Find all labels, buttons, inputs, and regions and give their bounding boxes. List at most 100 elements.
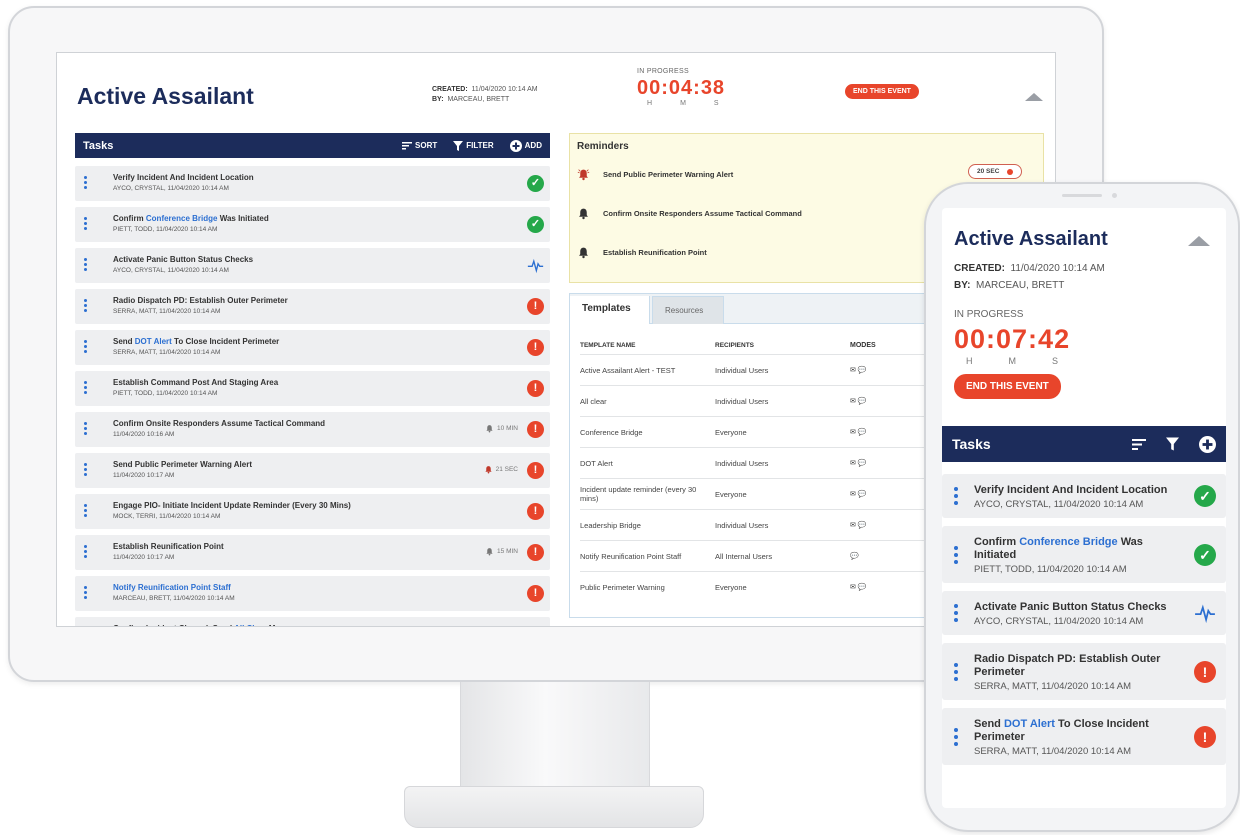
filter-button[interactable]: FILTER (453, 140, 494, 151)
check-circle-icon[interactable]: ✓ (1194, 485, 1216, 507)
mobile-task-row[interactable]: Activate Panic Button Status Checks AYCO,… (942, 591, 1226, 635)
task-row[interactable]: Send Public Perimeter Warning Alert 11/04… (75, 453, 550, 488)
task-row[interactable]: Send DOT Alert To Close Incident Perimet… (75, 330, 550, 365)
tab-resources[interactable]: Resources (652, 296, 724, 324)
check-circle-icon[interactable]: ✓ (527, 216, 544, 233)
kebab-icon[interactable] (84, 258, 87, 273)
template-row[interactable]: All clear Individual Users ✉ 💬 (580, 385, 925, 416)
kebab-icon[interactable] (84, 504, 87, 519)
task-row[interactable]: Establish Reunification Point 11/04/2020 … (75, 535, 550, 570)
kebab-icon[interactable] (84, 299, 87, 314)
task-meta: AYCO, CRYSTAL, 11/04/2020 10:14 AM (113, 185, 229, 192)
kebab-icon[interactable] (954, 545, 958, 567)
exclamation-circle-icon[interactable]: ! (527, 544, 544, 561)
kebab-icon[interactable] (84, 340, 87, 355)
pulse-icon[interactable] (1194, 602, 1216, 624)
mobile-task-row[interactable]: Verify Incident And Incident Location AYC… (942, 474, 1226, 518)
template-row[interactable]: Conference Bridge Everyone ✉ 💬 (580, 416, 925, 447)
task-row[interactable]: Verify Incident And Incident Location AYC… (75, 166, 550, 201)
task-title: Send Public Perimeter Warning Alert (113, 460, 252, 469)
end-event-button[interactable]: END THIS EVENT (845, 84, 919, 99)
event-meta: CREATED: 11/04/2020 10:14 AM BY: MARCEAU… (432, 86, 538, 103)
kebab-icon[interactable] (84, 463, 87, 478)
template-row[interactable]: Notify Reunification Point Staff All Inte… (580, 540, 925, 571)
pulse-icon[interactable] (527, 257, 544, 274)
task-row[interactable]: Radio Dispatch PD: Establish Outer Perim… (75, 289, 550, 324)
task-row[interactable]: Engage PIO- Initiate Incident Update Rem… (75, 494, 550, 529)
mobile-task-row[interactable]: Radio Dispatch PD: Establish Outer Perim… (942, 643, 1226, 700)
template-modes: 💬 (850, 553, 859, 560)
template-recipients: Everyone (715, 582, 747, 592)
task-link[interactable]: Conference Bridge (146, 214, 218, 223)
template-row[interactable]: Active Assailant Alert - TEST Individual … (580, 354, 925, 385)
task-row[interactable]: Confirm Onsite Responders Assume Tactica… (75, 412, 550, 447)
kebab-icon[interactable] (954, 662, 958, 684)
reminder-item[interactable]: Confirm Onsite Responders Assume Tactica… (577, 207, 802, 220)
template-row[interactable]: Public Perimeter Warning Everyone ✉ 💬 (580, 571, 925, 602)
clock-icon (1007, 168, 1014, 175)
kebab-icon[interactable] (84, 586, 87, 601)
task-row[interactable]: Activate Panic Button Status Checks AYCO,… (75, 248, 550, 283)
exclamation-circle-icon[interactable]: ! (527, 462, 544, 479)
task-row[interactable]: Confirm Conference Bridge Was Initiated P… (75, 207, 550, 242)
task-row[interactable]: Confirm Incident Cleared, Send All Clear… (75, 617, 550, 627)
exclamation-circle-icon[interactable]: ! (527, 503, 544, 520)
exclamation-circle-icon[interactable]: ! (527, 421, 544, 438)
kebab-icon[interactable] (954, 604, 958, 625)
kebab-icon[interactable] (84, 217, 87, 232)
exclamation-circle-icon[interactable]: ! (527, 585, 544, 602)
event-timer: IN PROGRESS 00:04:38 H M S (637, 68, 725, 107)
template-modes: ✉ 💬 (850, 522, 867, 529)
task-row[interactable]: Establish Command Post And Staging Area P… (75, 371, 550, 406)
mobile-task-row[interactable]: Confirm Conference Bridge Was Initiated P… (942, 526, 1226, 583)
exclamation-circle-icon[interactable]: ! (1194, 725, 1216, 748)
mobile-phone: Active Assailant CREATED: 11/04/2020 10:… (924, 182, 1240, 832)
reminder-item[interactable]: Establish Reunification Point (577, 246, 707, 259)
exclamation-circle-icon[interactable]: ! (1194, 660, 1216, 683)
mobile-end-event-button[interactable]: END THIS EVENT (954, 374, 1061, 399)
sort-button[interactable]: SORT (402, 141, 437, 150)
task-link[interactable]: Notify Reunification Point Staff (113, 583, 231, 592)
exclamation-circle-icon[interactable]: ! (527, 298, 544, 315)
template-row[interactable]: Leadership Bridge Individual Users ✉ 💬 (580, 509, 925, 540)
bell-icon (485, 466, 492, 474)
add-task-button[interactable]: ADD (509, 139, 542, 152)
task-meta: MOCK, TERRI, 11/04/2020 10:14 AM (113, 513, 221, 520)
mobile-task-row[interactable]: Send DOT Alert To Close Incident Perimet… (942, 708, 1226, 765)
task-link[interactable]: DOT Alert (1004, 718, 1055, 730)
kebab-icon[interactable] (84, 422, 87, 437)
task-title: Engage PIO- Initiate Incident Update Rem… (113, 501, 351, 510)
template-name: Public Perimeter Warning (580, 582, 665, 592)
mobile-task-list: Verify Incident And Incident Location AYC… (942, 474, 1226, 773)
task-title: Confirm Incident Cleared, Send All Clear… (113, 624, 285, 626)
kebab-icon[interactable] (954, 487, 958, 508)
task-row[interactable]: Notify Reunification Point Staff MARCEAU,… (75, 576, 550, 611)
check-circle-icon[interactable]: ✓ (1194, 543, 1216, 566)
reminder-item[interactable]: Send Public Perimeter Warning Alert (577, 168, 733, 181)
kebab-icon[interactable] (84, 176, 87, 191)
sort-icon (1132, 438, 1146, 450)
exclamation-circle-icon[interactable]: ! (527, 380, 544, 397)
kebab-icon[interactable] (954, 727, 958, 749)
kebab-icon[interactable] (84, 381, 87, 396)
task-link[interactable]: DOT Alert (135, 337, 172, 346)
task-link[interactable]: Conference Bridge (1019, 536, 1117, 548)
exclamation-circle-icon[interactable]: ! (527, 339, 544, 356)
mobile-filter-button[interactable] (1166, 437, 1179, 451)
template-modes: ✉ 💬 (850, 491, 867, 498)
filter-icon (1166, 437, 1179, 451)
collapse-icon[interactable] (1025, 93, 1043, 101)
template-name: DOT Alert (580, 458, 613, 468)
plus-circle-icon (1199, 435, 1216, 453)
tab-templates[interactable]: Templates (570, 296, 650, 324)
task-title: Confirm Onsite Responders Assume Tactica… (113, 419, 326, 428)
check-circle-icon[interactable]: ✓ (527, 175, 544, 192)
collapse-icon[interactable] (1188, 236, 1210, 246)
mobile-sort-button[interactable] (1132, 438, 1146, 450)
template-row[interactable]: DOT Alert Individual Users ✉ 💬 (580, 447, 925, 478)
kebab-icon[interactable] (84, 545, 87, 560)
template-row[interactable]: Incident update reminder (every 30 mins)… (580, 478, 925, 509)
task-link[interactable]: All Clear (234, 624, 266, 626)
exclamation-circle-icon[interactable]: ! (527, 626, 544, 627)
mobile-add-task-button[interactable] (1199, 435, 1216, 453)
